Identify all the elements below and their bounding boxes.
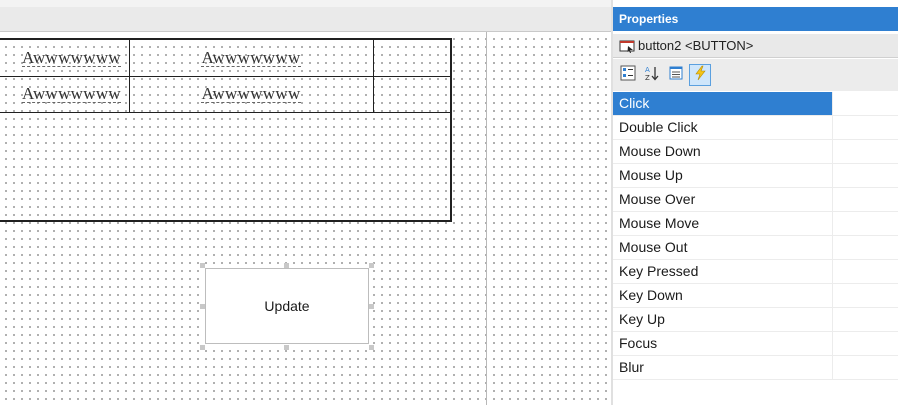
button-object-icon [619, 38, 635, 54]
events-lightning-icon [692, 65, 708, 86]
event-row-key-up[interactable]: Key Up [613, 308, 898, 332]
resize-handle[interactable] [200, 345, 205, 350]
designer-top-strip [0, 0, 611, 7]
event-row-key-down[interactable]: Key Down [613, 284, 898, 308]
svg-text:A: A [645, 66, 650, 74]
property-pages-button[interactable] [665, 64, 687, 86]
event-label: Click [613, 92, 832, 115]
cell-text: Awwwwwww [21, 83, 121, 103]
event-label: Key Pressed [619, 263, 699, 279]
event-label: Double Click [619, 119, 698, 135]
event-row-mouse-over[interactable]: Mouse Over [613, 188, 898, 212]
event-label: Blur [619, 359, 644, 375]
event-row-double-click[interactable]: Double Click [613, 116, 898, 140]
event-row-mouse-out[interactable]: Mouse Out [613, 236, 898, 260]
event-handler-value[interactable] [832, 212, 898, 235]
column-divider [129, 40, 130, 112]
cell-text: Awwwwwww [201, 83, 301, 103]
event-label: Focus [619, 335, 658, 351]
event-label: Mouse Over [619, 191, 696, 207]
event-row-key-pressed[interactable]: Key Pressed [613, 260, 898, 284]
data-grid-table[interactable]: Awwwwwww Awwwwwww Awwwwwww Awwwwwww [0, 38, 452, 222]
column-divider [373, 40, 374, 112]
event-row-click[interactable]: Click [613, 92, 898, 116]
design-canvas[interactable]: Awwwwwww Awwwwwww Awwwwwww Awwwwwww Upda… [0, 32, 611, 405]
form-designer: Awwwwwww Awwwwwww Awwwwwww Awwwwwww Upda… [0, 0, 611, 405]
properties-toolbar: AZ [613, 59, 898, 91]
event-handler-value[interactable] [832, 332, 898, 355]
table-row[interactable]: Awwwwwww Awwwwwww [0, 76, 450, 113]
table-cell[interactable] [373, 76, 450, 112]
event-row-mouse-down[interactable]: Mouse Down [613, 140, 898, 164]
event-handler-value[interactable] [832, 356, 898, 379]
selected-object-name: button2 <BUTTON> [638, 38, 754, 53]
event-handler-value[interactable] [832, 140, 898, 163]
event-label: Mouse Down [619, 143, 701, 159]
table-cell[interactable]: Awwwwwww [0, 40, 129, 76]
events-list: Click Double Click Mouse Down Mouse Up M… [613, 92, 898, 380]
svg-text:Z: Z [645, 74, 650, 81]
event-handler-value[interactable] [832, 92, 898, 115]
property-pages-icon [668, 65, 684, 86]
event-row-blur[interactable]: Blur [613, 356, 898, 380]
event-label: Mouse Up [619, 167, 683, 183]
event-label: Key Down [619, 287, 683, 303]
resize-handle[interactable] [369, 263, 374, 268]
event-row-mouse-up[interactable]: Mouse Up [613, 164, 898, 188]
update-button-label: Update [264, 298, 310, 314]
event-label: Mouse Out [619, 239, 688, 255]
table-cell[interactable]: Awwwwwww [129, 40, 373, 76]
event-handler-value[interactable] [832, 284, 898, 307]
event-row-focus[interactable]: Focus [613, 332, 898, 356]
event-label: Key Up [619, 311, 665, 327]
properties-panel: Properties button2 <BUTTON> AZ Click Dou… [611, 0, 898, 405]
event-row-mouse-move[interactable]: Mouse Move [613, 212, 898, 236]
resize-handle[interactable] [200, 263, 205, 268]
table-cell[interactable]: Awwwwwww [0, 76, 129, 112]
object-selector[interactable]: button2 <BUTTON> [613, 34, 898, 58]
categorized-view-button[interactable] [617, 64, 639, 86]
resize-handle[interactable] [284, 345, 289, 350]
resize-handle[interactable] [369, 345, 374, 350]
table-row[interactable]: Awwwwwww Awwwwwww [0, 40, 450, 77]
properties-title: Properties [613, 7, 898, 31]
page-margin-guide [486, 32, 487, 405]
resize-handle[interactable] [369, 304, 374, 309]
event-handler-value[interactable] [832, 260, 898, 283]
categorized-icon [620, 65, 636, 86]
events-button[interactable] [689, 64, 711, 86]
table-cell[interactable]: Awwwwwww [129, 76, 373, 112]
table-cell[interactable] [373, 40, 450, 76]
alphabetical-sort-button[interactable]: AZ [641, 64, 663, 86]
cell-text: Awwwwwww [21, 47, 121, 67]
resize-handle[interactable] [284, 263, 289, 268]
event-handler-value[interactable] [832, 236, 898, 259]
sort-alpha-icon: AZ [644, 65, 660, 86]
cell-text: Awwwwwww [201, 47, 301, 67]
event-handler-value[interactable] [832, 116, 898, 139]
event-label: Mouse Move [619, 215, 700, 231]
event-handler-value[interactable] [832, 188, 898, 211]
event-handler-value[interactable] [832, 308, 898, 331]
resize-handle[interactable] [200, 304, 205, 309]
event-handler-value[interactable] [832, 164, 898, 187]
update-button[interactable]: Update [205, 268, 369, 344]
